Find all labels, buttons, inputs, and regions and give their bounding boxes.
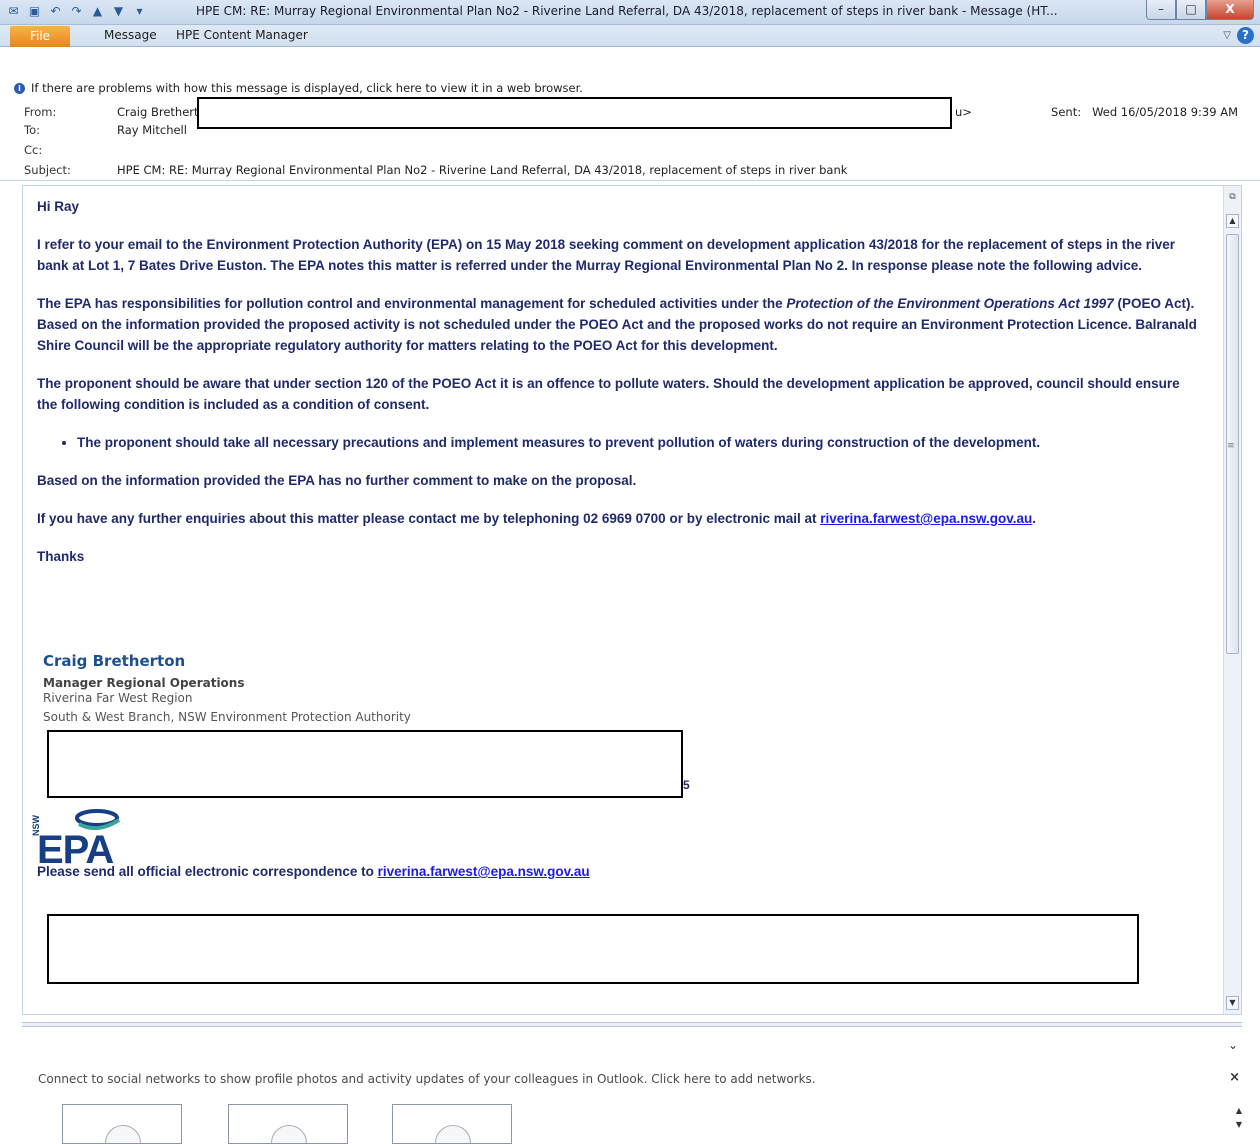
chevron-down-icon[interactable]: ⌄ xyxy=(1228,1038,1238,1052)
people-scroll-icon[interactable]: ▲ ▼ xyxy=(1236,1104,1242,1132)
vertical-scrollbar[interactable]: ⧉ ▲ ≡ ▼ xyxy=(1223,186,1241,1014)
minimize-button[interactable]: – xyxy=(1146,0,1176,20)
signature-branch: South & West Branch, NSW Environment Pro… xyxy=(43,710,411,724)
signature-name: Craig Bretherton xyxy=(43,652,186,670)
help-icon[interactable]: ? xyxy=(1237,27,1254,44)
from-label: From: xyxy=(24,105,57,119)
info-bar-text: If there are problems with how this mess… xyxy=(31,81,583,95)
redaction-box xyxy=(197,97,952,129)
paragraph-5: If you have any further enquiries about … xyxy=(37,511,1037,526)
tab-message[interactable]: Message xyxy=(104,28,157,42)
title-bar: ✉ ▣ ↶ ↷ ▲ ▼ ▾ HPE CM: RE: Murray Regiona… xyxy=(0,0,1260,25)
tab-file[interactable]: File xyxy=(10,26,70,47)
email-link[interactable]: riverina.farwest@epa.nsw.gov.au xyxy=(820,511,1032,526)
people-pane: ⌄ Connect to social networks to show pro… xyxy=(0,1032,1260,1144)
signature-region: Riverina Far West Region xyxy=(43,691,193,705)
sent-value: Wed 16/05/2018 9:39 AM xyxy=(1092,105,1238,119)
down-arrow-icon[interactable]: ▼ xyxy=(111,4,126,19)
scroll-up-icon[interactable]: ▲ xyxy=(1226,214,1239,228)
condition-list: The proponent should take all necessary … xyxy=(77,432,1197,453)
official-email-link[interactable]: riverina.farwest@epa.nsw.gov.au xyxy=(378,864,590,879)
message-header: i If there are problems with how this me… xyxy=(0,47,1260,181)
social-networks-prompt[interactable]: Connect to social networks to show profi… xyxy=(38,1072,816,1086)
message-text: Hi Ray I refer to your email to the Envi… xyxy=(37,196,1197,584)
mail-icon: ✉ xyxy=(8,4,19,18)
tab-hpe-content-manager[interactable]: HPE Content Manager xyxy=(176,28,308,42)
quick-access-toolbar: ✉ ▣ ↶ ↷ ▲ ▼ ▾ xyxy=(6,4,147,19)
save-icon[interactable]: ▣ xyxy=(27,4,42,19)
close-button[interactable]: X xyxy=(1206,0,1254,20)
customize-icon[interactable]: ▾ xyxy=(132,4,147,19)
from-suffix: u> xyxy=(955,105,972,119)
subject-value: HPE CM: RE: Murray Regional Environmenta… xyxy=(117,163,848,177)
paragraph-3: The proponent should be aware that under… xyxy=(37,376,1180,412)
redaction-box xyxy=(47,914,1139,984)
from-value[interactable]: Craig Brethert xyxy=(117,105,199,119)
message-body[interactable]: Hi Ray I refer to your email to the Envi… xyxy=(22,185,1242,1015)
pane-splitter[interactable] xyxy=(22,1022,1242,1027)
paragraph-1: I refer to your email to the Environment… xyxy=(37,237,1176,273)
ribbon: File Message HPE Content Manager ▽ ? xyxy=(0,25,1260,47)
cc-label: Cc: xyxy=(24,143,43,157)
sent-label: Sent: xyxy=(1051,105,1082,119)
scroll-down-icon[interactable]: ▼ xyxy=(1226,996,1239,1010)
avatar[interactable] xyxy=(62,1104,182,1144)
thanks: Thanks xyxy=(37,549,85,564)
close-icon[interactable]: × xyxy=(1229,1070,1240,1085)
list-item: The proponent should take all necessary … xyxy=(77,432,1197,453)
subject-label: Subject: xyxy=(24,163,71,177)
sent-field: Sent: Wed 16/05/2018 9:39 AM xyxy=(1051,105,1238,119)
nsw-logo-text: NSW xyxy=(31,815,41,836)
maximize-button[interactable]: □ xyxy=(1176,0,1206,20)
to-value[interactable]: Ray Mitchell xyxy=(117,123,187,137)
avatar[interactable] xyxy=(228,1104,348,1144)
minimize-ribbon-icon[interactable]: ▽ xyxy=(1223,30,1231,41)
window-title: HPE CM: RE: Murray Regional Environmenta… xyxy=(196,4,1058,18)
signature-title: Manager Regional Operations xyxy=(43,676,245,690)
paragraph-4: Based on the information provided the EP… xyxy=(37,473,637,488)
undo-icon[interactable]: ↶ xyxy=(48,4,63,19)
official-correspondence: Please send all official electronic corr… xyxy=(37,864,590,879)
redaction-box xyxy=(47,730,683,798)
paragraph-2: The EPA has responsibilities for polluti… xyxy=(37,296,1197,353)
info-bar[interactable]: i If there are problems with how this me… xyxy=(14,81,583,95)
greeting: Hi Ray xyxy=(37,199,80,214)
redo-icon[interactable]: ↷ xyxy=(69,4,84,19)
signature-digit: 5 xyxy=(683,778,690,792)
info-icon: i xyxy=(14,82,25,94)
scroll-grip-icon: ≡ xyxy=(1227,441,1235,451)
to-label: To: xyxy=(24,123,40,137)
up-arrow-icon[interactable]: ▲ xyxy=(90,4,105,19)
page-icon[interactable]: ⧉ xyxy=(1226,192,1239,205)
avatar[interactable] xyxy=(392,1104,512,1144)
